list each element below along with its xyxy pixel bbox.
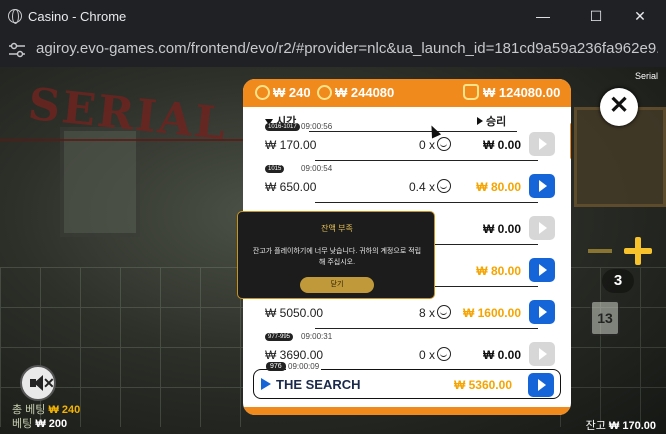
smiley-icon bbox=[437, 347, 451, 361]
replay-button[interactable] bbox=[529, 174, 555, 198]
bet-totals: 총 베팅 ₩ 240 베팅 ₩ 200 bbox=[12, 403, 80, 431]
bag-icon bbox=[463, 84, 479, 100]
panel-footer-bar bbox=[243, 407, 571, 415]
row-divider bbox=[315, 160, 538, 161]
background-mirror bbox=[60, 127, 140, 237]
history-row: 1016-1017 09:00:56 ₩ 170.00 0 x ₩ 0.00 bbox=[263, 122, 558, 161]
total-bet-label: 총 베팅 bbox=[12, 404, 46, 416]
window-titlebar: Casino - Chrome — ☐ ✕ bbox=[0, 0, 666, 33]
round-time: 09:00:31 bbox=[301, 332, 333, 341]
coin-icon bbox=[255, 85, 270, 100]
round-multiplier: 0 x bbox=[418, 348, 435, 362]
smiley-icon bbox=[437, 305, 451, 319]
globe-icon bbox=[8, 9, 22, 24]
bonus-round-name: THE SEARCH bbox=[276, 377, 361, 392]
minimize-button[interactable]: — bbox=[528, 6, 558, 26]
row-divider bbox=[315, 202, 538, 203]
round-bet: ₩ 5050.00 bbox=[265, 306, 324, 320]
balance-value: ₩ 170.00 bbox=[608, 420, 656, 432]
header-bonus-amount: ₩ 124080.00 bbox=[483, 85, 561, 100]
round-badge: 1015 bbox=[265, 165, 285, 173]
panel-header: ₩ 240 ₩ 244080 ₩ 124080.00 bbox=[243, 79, 571, 107]
bonus-round-row: 976 09:00:09 THE SEARCH ₩ 5360.00 bbox=[253, 362, 561, 399]
locker-number: 13 bbox=[590, 300, 620, 336]
balance-readout: 잔고 ₩ 170.00 bbox=[586, 417, 656, 433]
header-bet-amount: ₩ 240 bbox=[273, 85, 311, 100]
round-time: 09:00:56 bbox=[301, 122, 333, 131]
play-arrow-icon bbox=[261, 378, 271, 390]
panel-scrollbar[interactable] bbox=[570, 123, 571, 159]
replay-button[interactable] bbox=[529, 300, 555, 324]
round-win: ₩ 0.00 bbox=[482, 222, 521, 236]
round-badge: 977-995 bbox=[265, 333, 294, 341]
round-win: ₩ 5360.00 bbox=[453, 378, 512, 392]
header-balance-amount: ₩ 244080 bbox=[335, 85, 395, 100]
replay-button[interactable] bbox=[529, 258, 555, 282]
round-win: ₩ 0.00 bbox=[482, 138, 521, 152]
background-streak bbox=[0, 139, 248, 141]
replay-button[interactable] bbox=[528, 373, 554, 397]
round-win: ₩ 80.00 bbox=[476, 180, 521, 194]
maximize-button[interactable]: ☐ bbox=[581, 6, 611, 26]
round-multiplier: 0.4 x bbox=[408, 180, 435, 194]
decorative-line bbox=[588, 249, 612, 253]
mute-x-icon: ✕ bbox=[43, 375, 55, 391]
round-multiplier: 0 x bbox=[418, 138, 435, 152]
address-bar[interactable]: agiroy.evo-games.com/frontend/evo/r2/#pr… bbox=[0, 33, 666, 67]
replay-button[interactable] bbox=[529, 216, 555, 240]
counter-badge: 3 bbox=[602, 269, 634, 293]
replay-button[interactable] bbox=[529, 132, 555, 156]
speaker-cone-icon bbox=[34, 375, 43, 391]
round-win: ₩ 1600.00 bbox=[462, 306, 521, 320]
dialog-close-button[interactable]: 닫기 bbox=[300, 277, 374, 293]
game-name-tag: Serial bbox=[634, 71, 658, 81]
smiley-icon bbox=[437, 137, 451, 151]
round-win: ₩ 80.00 bbox=[476, 264, 521, 278]
site-settings-icon[interactable] bbox=[8, 42, 26, 58]
dialog-message: 잔고가 플레이하기에 너무 낮습니다. 귀하의 계정으로 적립해 주십시오. bbox=[252, 248, 422, 266]
url-text[interactable]: agiroy.evo-games.com/frontend/evo/r2/#pr… bbox=[36, 40, 658, 57]
round-win: ₩ 0.00 bbox=[482, 348, 521, 362]
bet-label: 베팅 bbox=[12, 418, 33, 430]
coin-icon bbox=[317, 85, 332, 100]
row-divider bbox=[315, 328, 538, 329]
close-window-button[interactable]: ✕ bbox=[625, 6, 655, 26]
plus-icon[interactable] bbox=[624, 237, 652, 265]
round-bet: ₩ 3690.00 bbox=[265, 348, 324, 362]
replay-button[interactable] bbox=[529, 342, 555, 366]
insufficient-balance-dialog: 잔액 부족 잔고가 플레이하기에 너무 낮습니다. 귀하의 계정으로 적립해 주… bbox=[237, 211, 435, 299]
window-title: Casino - Chrome bbox=[28, 9, 127, 24]
game-area: SERIAL 13 Serial ✕ 3 ✕ 총 베팅 ₩ 240 베팅 ₩ 2… bbox=[0, 67, 666, 434]
round-badge: 1016-1017 bbox=[265, 123, 300, 131]
total-bet-value: ₩ 240 bbox=[48, 404, 81, 416]
close-history-button[interactable]: ✕ bbox=[600, 88, 638, 126]
round-multiplier: 8 x bbox=[418, 306, 435, 320]
history-row: 1015 09:00:54 ₩ 650.00 0.4 x ₩ 80.00 bbox=[263, 164, 558, 203]
balance-label: 잔고 bbox=[585, 420, 606, 432]
round-bet: ₩ 650.00 bbox=[265, 180, 317, 194]
bet-value: ₩ 200 bbox=[35, 418, 68, 430]
round-badge: 976 bbox=[266, 362, 286, 371]
round-time: 09:00:54 bbox=[301, 164, 333, 173]
smiley-icon bbox=[437, 179, 451, 193]
mute-toggle-button[interactable]: ✕ bbox=[20, 365, 56, 401]
dialog-title: 잔액 부족 bbox=[321, 224, 353, 233]
round-bet: ₩ 170.00 bbox=[265, 138, 317, 152]
round-time: 09:00:09 bbox=[286, 362, 322, 371]
